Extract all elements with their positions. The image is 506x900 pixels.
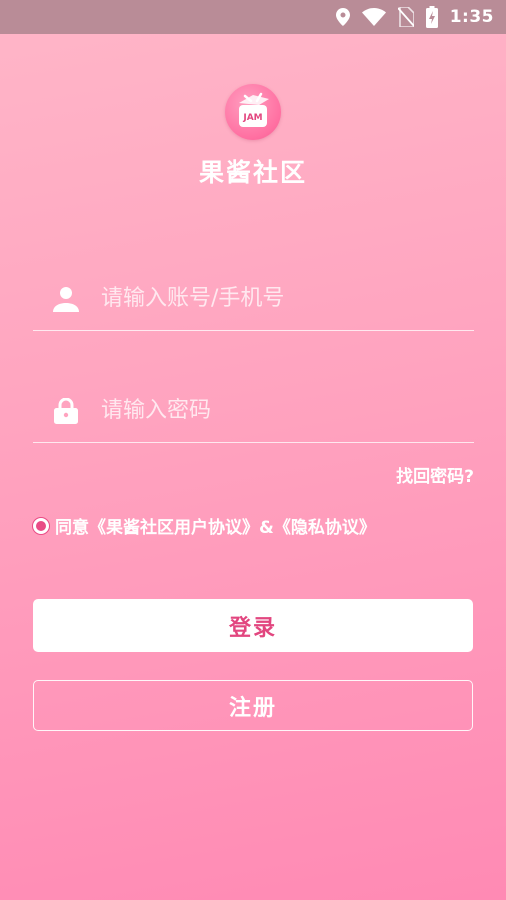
wifi-icon [361, 8, 386, 26]
agreement-checkbox[interactable]: 同意《果酱社区用户协议》&《隐私协议》 [33, 513, 376, 538]
app-name: 果酱社区 [198, 158, 307, 187]
login-button[interactable]: 登录 [33, 599, 473, 652]
no-sim-icon [397, 7, 414, 27]
forgot-password-link[interactable]: 找回密码? [396, 462, 474, 487]
status-time: 1:35 [449, 7, 494, 27]
login-screen: 1:35 JAM 果酱社区 找回密码? [0, 0, 506, 900]
register-button[interactable]: 注册 [33, 680, 473, 731]
location-icon [335, 8, 350, 26]
account-input[interactable] [101, 278, 474, 319]
agreement-text[interactable]: 同意《果酱社区用户协议》&《隐私协议》 [55, 513, 376, 538]
status-bar: 1:35 [0, 0, 506, 34]
battery-charging-icon [425, 6, 438, 28]
password-input[interactable] [101, 390, 474, 431]
app-logo: JAM [225, 84, 281, 140]
agreement-radio[interactable] [33, 517, 49, 534]
lock-icon [53, 397, 79, 424]
logo-text: JAM [242, 113, 262, 123]
user-icon [53, 286, 79, 312]
password-field[interactable] [33, 379, 474, 443]
account-field[interactable] [33, 267, 474, 331]
